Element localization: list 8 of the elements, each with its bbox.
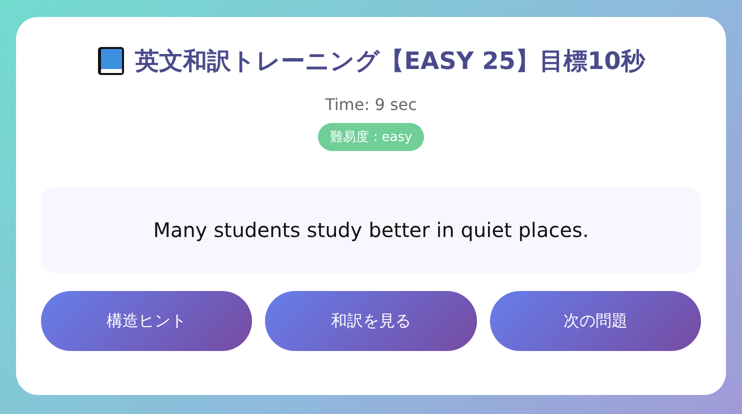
english-sentence: Many students study better in quiet places. xyxy=(153,218,589,242)
book-icon xyxy=(97,46,126,76)
action-button[interactable]: 構造ヒント xyxy=(41,291,252,351)
difficulty-badge: 難易度：easy xyxy=(318,123,424,151)
action-button[interactable]: 次の問題 xyxy=(490,291,701,351)
page-title: 英文和訳トレーニング【EASY 25】目標10秒 xyxy=(135,46,645,77)
timer-text: Time: 9 sec xyxy=(325,95,417,114)
action-button[interactable]: 和訳を見る xyxy=(265,291,477,351)
